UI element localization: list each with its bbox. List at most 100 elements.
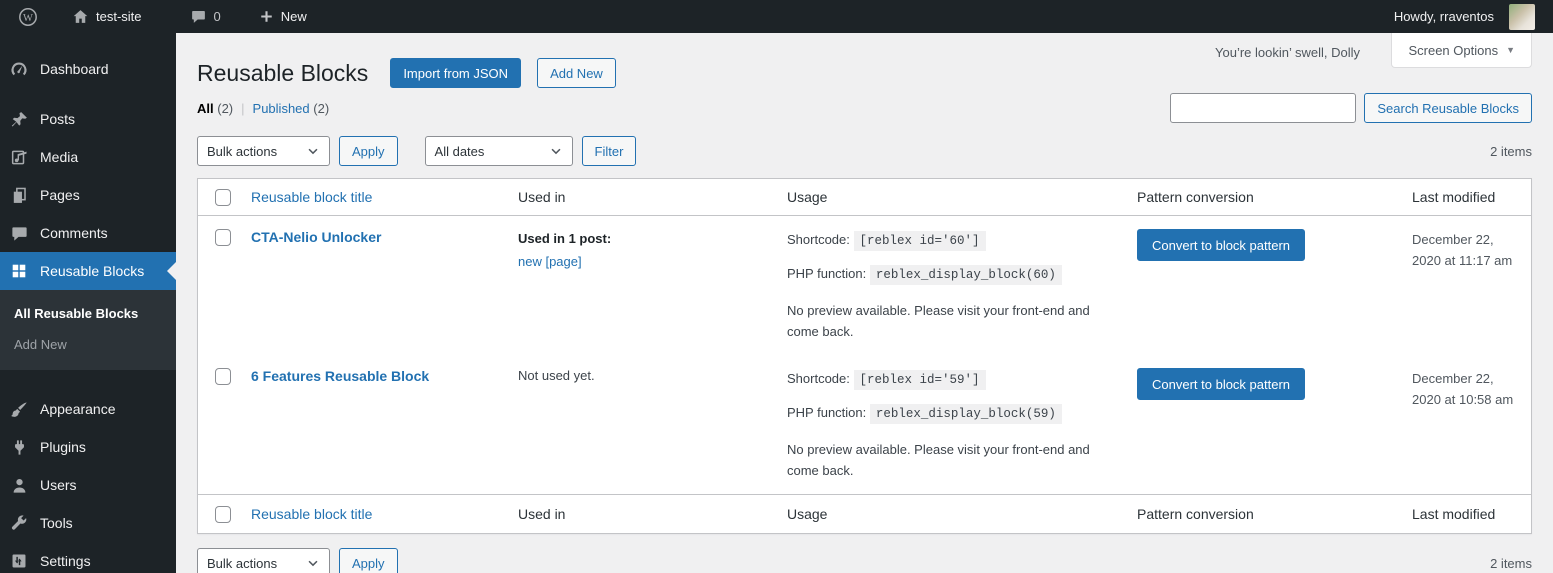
brush-icon bbox=[9, 399, 29, 419]
pages-icon bbox=[9, 185, 29, 205]
search-button[interactable]: Search Reusable Blocks bbox=[1364, 93, 1532, 123]
sidebar-item-label: Posts bbox=[40, 111, 76, 127]
table-row: 6 Features Reusable Block Not used yet. … bbox=[198, 355, 1531, 494]
active-menu-arrow bbox=[167, 262, 176, 280]
column-used-in: Used in bbox=[518, 506, 566, 522]
comment-count: 0 bbox=[213, 9, 221, 24]
column-last-modified: Last modified bbox=[1412, 506, 1496, 522]
sidebar-item-appearance[interactable]: Appearance bbox=[0, 390, 176, 428]
sidebar-item-settings[interactable]: Settings bbox=[0, 542, 176, 573]
menu-separator bbox=[0, 370, 176, 390]
tablenav-bottom: Bulk actions Apply 2 items bbox=[197, 548, 1532, 573]
site-name-link[interactable]: test-site bbox=[62, 0, 152, 33]
import-from-json-button[interactable]: Import from JSON bbox=[390, 58, 522, 88]
sidebar-item-label: Users bbox=[40, 477, 77, 493]
column-title[interactable]: Reusable block title bbox=[251, 506, 372, 522]
wordpress-admin: W test-site 0 New Howdy, rraventos Dashb… bbox=[0, 0, 1553, 573]
comment-bubble-icon bbox=[190, 8, 207, 25]
content-area: You’re lookin’ swell, Dolly Screen Optio… bbox=[176, 33, 1553, 573]
sidebar-item-dashboard[interactable]: Dashboard bbox=[0, 50, 176, 88]
reusable-blocks-submenu: All Reusable Blocks Add New bbox=[0, 290, 176, 370]
comments-icon bbox=[9, 223, 29, 243]
sidebar-item-reusable-blocks[interactable]: Reusable Blocks bbox=[0, 252, 176, 290]
media-icon bbox=[9, 147, 29, 167]
column-last-modified: Last modified bbox=[1412, 189, 1496, 205]
sidebar-item-posts[interactable]: Posts bbox=[0, 100, 176, 138]
sidebar-item-media[interactable]: Media bbox=[0, 138, 176, 176]
chevron-down-icon bbox=[551, 148, 561, 155]
apply-button[interactable]: Apply bbox=[339, 548, 398, 573]
filter-button[interactable]: Filter bbox=[581, 136, 637, 166]
menu-separator bbox=[0, 88, 176, 100]
submenu-add-new[interactable]: Add New bbox=[0, 329, 176, 360]
new-content-menu[interactable]: New bbox=[249, 0, 317, 33]
screen-options-toggle[interactable]: Screen Options ▼ bbox=[1391, 33, 1532, 68]
howdy-label: Howdy, rraventos bbox=[1393, 9, 1494, 24]
bulk-actions-value: Bulk actions bbox=[207, 143, 278, 159]
sidebar-item-tools[interactable]: Tools bbox=[0, 504, 176, 542]
search-box: Search Reusable Blocks bbox=[1170, 93, 1532, 123]
block-title-link[interactable]: 6 Features Reusable Block bbox=[251, 368, 429, 384]
column-title[interactable]: Reusable block title bbox=[251, 189, 372, 205]
sidebar-item-label: Plugins bbox=[40, 439, 86, 455]
bulk-actions-select[interactable]: Bulk actions bbox=[197, 136, 330, 166]
last-modified-date: December 22, 2020 at 11:17 am bbox=[1412, 232, 1513, 268]
shortcode-value: [reblex id='59'] bbox=[853, 370, 986, 390]
sidebar-item-plugins[interactable]: Plugins bbox=[0, 428, 176, 466]
wordpress-logo[interactable]: W bbox=[8, 0, 48, 33]
dates-filter-select[interactable]: All dates bbox=[424, 136, 573, 166]
plugin-icon bbox=[9, 437, 29, 457]
view-published-label[interactable]: Published bbox=[253, 101, 310, 116]
block-title-link[interactable]: CTA-Nelio Unlocker bbox=[251, 229, 381, 245]
sidebar-item-label: Tools bbox=[40, 515, 73, 531]
dolly-greeting: You’re lookin’ swell, Dolly bbox=[1215, 45, 1360, 60]
add-new-button[interactable]: Add New bbox=[537, 58, 616, 88]
select-all-checkbox[interactable] bbox=[215, 505, 231, 523]
admin-sidebar: Dashboard Posts Media Pages Comments Reu… bbox=[0, 33, 176, 573]
chevron-down-icon bbox=[308, 560, 318, 567]
plus-icon bbox=[259, 9, 274, 24]
view-separator: | bbox=[241, 101, 245, 116]
page-title: Reusable Blocks bbox=[197, 60, 369, 86]
used-in-summary: Not used yet. bbox=[518, 368, 595, 383]
table-header-row: Reusable block title Used in Usage Patte… bbox=[198, 179, 1531, 216]
php-function-label: PHP function: bbox=[787, 405, 867, 420]
settings-icon bbox=[9, 551, 29, 571]
sidebar-item-label: Pages bbox=[40, 187, 80, 203]
items-count: 2 items bbox=[1490, 555, 1532, 571]
shortcode-value: [reblex id='60'] bbox=[853, 231, 986, 251]
wordpress-logo-icon: W bbox=[18, 7, 38, 27]
sidebar-item-pages[interactable]: Pages bbox=[0, 176, 176, 214]
user-icon bbox=[9, 475, 29, 495]
view-all-link[interactable]: All (2) bbox=[197, 101, 233, 116]
pushpin-icon bbox=[9, 109, 29, 129]
convert-to-block-pattern-button[interactable]: Convert to block pattern bbox=[1137, 229, 1306, 261]
submenu-all-reusable-blocks[interactable]: All Reusable Blocks bbox=[0, 298, 176, 329]
convert-to-block-pattern-button[interactable]: Convert to block pattern bbox=[1137, 368, 1306, 400]
apply-button[interactable]: Apply bbox=[339, 136, 398, 166]
table-row: CTA-Nelio Unlocker Used in 1 post: new [… bbox=[198, 216, 1531, 355]
avatar bbox=[1509, 3, 1535, 30]
sidebar-item-users[interactable]: Users bbox=[0, 466, 176, 504]
shortcode-label: Shortcode: bbox=[787, 232, 850, 247]
bulk-actions-select[interactable]: Bulk actions bbox=[197, 548, 330, 573]
php-function-value: reblex_display_block(59) bbox=[869, 404, 1062, 424]
comments-shortcut[interactable]: 0 bbox=[180, 0, 231, 33]
row-checkbox[interactable] bbox=[215, 368, 231, 385]
chevron-down-icon bbox=[308, 148, 318, 155]
my-account-menu[interactable]: Howdy, rraventos bbox=[1384, 0, 1545, 33]
sidebar-item-comments[interactable]: Comments bbox=[0, 214, 176, 252]
row-checkbox[interactable] bbox=[215, 229, 231, 246]
dates-filter-value: All dates bbox=[434, 143, 485, 159]
page-header: Reusable Blocks Import from JSON Add New bbox=[197, 58, 1532, 88]
search-input[interactable] bbox=[1170, 93, 1357, 123]
tablenav-top: Bulk actions Apply All dates Filter 2 it… bbox=[197, 136, 1532, 166]
items-count: 2 items bbox=[1490, 143, 1532, 159]
chevron-down-icon: ▼ bbox=[1506, 45, 1515, 55]
view-published-link[interactable]: Published (2) bbox=[253, 101, 330, 116]
select-all-checkbox[interactable] bbox=[215, 188, 231, 206]
sidebar-item-label: Dashboard bbox=[40, 61, 109, 77]
sidebar-item-label: Media bbox=[40, 149, 79, 165]
used-in-post-link[interactable]: new [page] bbox=[518, 254, 582, 269]
sidebar-item-label: Reusable Blocks bbox=[40, 263, 145, 279]
